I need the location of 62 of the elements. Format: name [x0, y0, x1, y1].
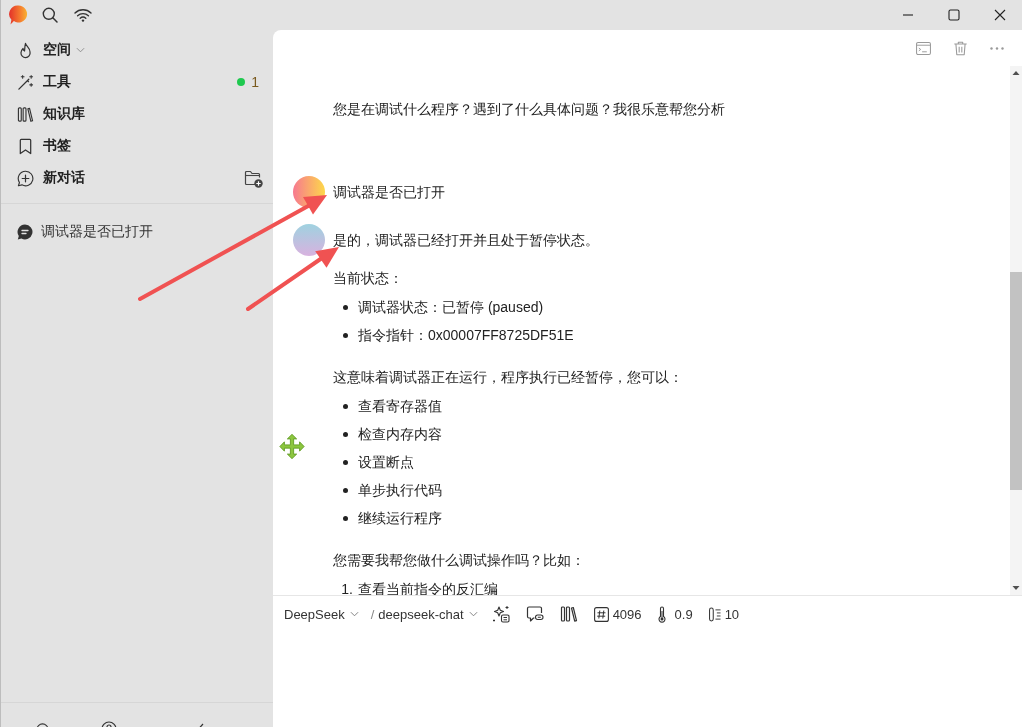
message-text: 您是在调试什么程序？遇到了什么具体问题？我很乐意帮您分析	[333, 100, 725, 119]
close-icon[interactable]	[994, 9, 1006, 21]
provider-select[interactable]: DeepSeek	[284, 606, 359, 622]
max-tokens-value: 4096	[612, 606, 642, 622]
chevron-down-icon	[349, 611, 359, 617]
bookmark-icon	[17, 137, 34, 155]
chat-plus-icon	[17, 169, 34, 187]
conversation-item[interactable]: 调试器是否已打开	[9, 214, 265, 250]
path-separator: /	[370, 606, 375, 622]
books-icon[interactable]	[559, 605, 578, 623]
chat-link-icon[interactable]	[525, 605, 544, 623]
list-item-text: 继续运行程序	[358, 509, 442, 528]
wifi-icon[interactable]	[74, 8, 92, 22]
chat-bubble-icon	[17, 224, 33, 240]
temperature-value: 0.9	[674, 606, 693, 622]
books-icon	[17, 105, 34, 123]
message-text: 调试器是否已打开	[333, 183, 445, 202]
message-text: 是的，调试器已经打开并且处于暂停状态。	[333, 231, 600, 250]
message-text: 您需要我帮您做什么调试操作吗？比如：	[333, 551, 586, 570]
nav-link[interactable]: 新对话	[43, 169, 85, 187]
trash-icon[interactable]	[953, 40, 968, 56]
bullet-icon	[343, 431, 348, 437]
chevron-down-icon	[468, 611, 478, 617]
sparkle-icon[interactable]	[491, 605, 510, 623]
tool-count: 1	[251, 74, 259, 90]
nav-link[interactable]: 工具	[43, 73, 71, 91]
list-item-text: 单步执行代码	[358, 481, 442, 500]
list-item-text: 调试器状态：已暂停 (paused)	[358, 298, 544, 317]
thermometer-icon[interactable]	[657, 605, 666, 623]
folder-plus-icon[interactable]	[244, 168, 263, 188]
flame-icon	[17, 41, 34, 59]
bullet-icon	[343, 487, 348, 493]
move-cursor-icon	[279, 433, 305, 460]
bullet-icon	[343, 459, 348, 465]
bullet-icon	[343, 515, 348, 521]
hash-icon[interactable]	[593, 606, 609, 622]
nav-link[interactable]: 空间	[43, 41, 71, 59]
bullet-icon	[343, 403, 348, 409]
logo-icon	[8, 5, 28, 25]
context-icon[interactable]	[708, 606, 721, 622]
magic-wand-icon	[17, 73, 34, 91]
scrollbar[interactable]	[1010, 66, 1022, 595]
list-item-text: 指令指针：0x00007FF8725DF51E	[358, 326, 574, 345]
search-icon[interactable]	[42, 7, 58, 23]
bullet-icon	[343, 304, 348, 310]
list-number: 1.	[340, 580, 353, 595]
more-icon[interactable]	[990, 46, 1004, 50]
status-dot-icon	[237, 78, 246, 86]
scrollbar-thumb[interactable]	[1010, 272, 1022, 490]
message-text: 这意味着调试器正在运行，程序执行已经暂停，您可以：	[333, 368, 683, 387]
bullet-icon	[343, 332, 348, 338]
nav-link[interactable]: 书签	[43, 137, 71, 155]
message-text: 当前状态：	[333, 269, 404, 288]
list-item-text: 查看寄存器值	[358, 397, 442, 416]
terminal-icon[interactable]	[916, 40, 931, 56]
maximize-icon[interactable]	[948, 9, 960, 21]
assistant-avatar	[293, 224, 325, 256]
list-item-text: 设置断点	[358, 453, 414, 472]
model-select[interactable]: deepseek-chat	[378, 606, 478, 622]
list-item-text: 检查内存内容	[358, 425, 442, 444]
context-count-value: 10	[724, 606, 740, 622]
nav-link[interactable]: 知识库	[43, 105, 85, 123]
